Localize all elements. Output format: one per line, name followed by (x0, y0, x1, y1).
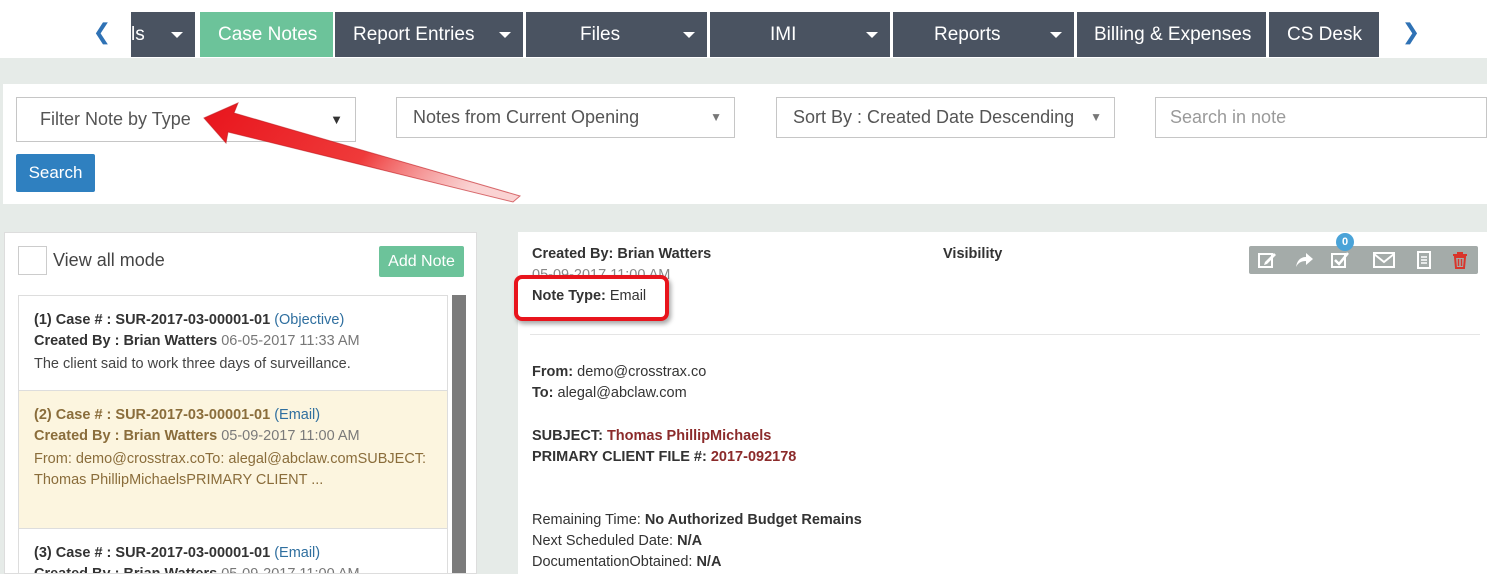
note-date: 06-05-2017 11:33 AM (221, 333, 360, 349)
note-preview: The client said to work three days of su… (34, 356, 351, 372)
note-type-link[interactable]: (Objective) (274, 312, 344, 328)
search-input[interactable] (1155, 97, 1487, 138)
email-from: From: demo@crosstrax.co (532, 364, 706, 380)
note-type-link[interactable]: (Email) (274, 545, 320, 561)
sort-select-value: Sort By : Created Date Descending (793, 107, 1075, 127)
detail-note-type: Note Type: Email (532, 288, 653, 304)
chevron-down-icon (499, 12, 511, 57)
filter-panel: Filter Note by Type ▼ Notes from Current… (3, 84, 1487, 204)
primary-client-file: PRIMARY CLIENT FILE #: 2017-092178 (532, 449, 796, 465)
tab-imi-label: IMI (770, 24, 797, 45)
note-created-by: Created By : Brian Watters (34, 333, 218, 349)
remaining-time: Remaining Time: No Authorized Budget Rem… (532, 512, 862, 528)
tab-cs-desk-label: CS Desk (1287, 24, 1362, 45)
to-value: alegal@abclaw.com (557, 385, 687, 401)
opening-select-value: Notes from Current Opening (413, 107, 640, 127)
file-label: PRIMARY CLIENT FILE #: (532, 449, 707, 465)
divider (530, 334, 1480, 335)
trash-icon[interactable] (1450, 250, 1470, 270)
top-tab-bar: ❮ ls Case Notes Report Entries Files IMI… (0, 0, 1487, 58)
sort-select[interactable]: Sort By : Created Date Descending ▼ (776, 97, 1115, 138)
tab-report-entries-label: Report Entries (353, 24, 475, 45)
notes-list-panel: View all mode Add Note (1) Case # : SUR-… (4, 232, 477, 574)
task-check-icon[interactable] (1330, 250, 1350, 270)
email-subject: SUBJECT: Thomas PhillipMichaels (532, 428, 771, 444)
notes-list: (1) Case # : SUR-2017-03-00001-01 (Objec… (18, 295, 448, 574)
next-label: Next Scheduled Date: (532, 533, 674, 549)
tab-report-entries[interactable]: Report Entries (335, 12, 523, 57)
email-to: To: alegal@abclaw.com (532, 385, 687, 401)
note-preview: From: demo@crosstrax.coTo: alegal@abclaw… (34, 451, 427, 488)
document-icon[interactable] (1414, 250, 1434, 270)
scroll-right-icon[interactable]: ❯ (1401, 20, 1421, 44)
chevron-down-icon (866, 12, 878, 57)
chevron-down-icon (171, 12, 183, 57)
to-label: To: (532, 385, 554, 401)
note-created-by: Created By : Brian Watters (34, 428, 218, 444)
tab-cs-desk[interactable]: CS Desk (1269, 12, 1379, 57)
tab-case-notes-label: Case Notes (218, 24, 318, 45)
next-scheduled-date: Next Scheduled Date: N/A (532, 533, 702, 549)
subject-label: SUBJECT: (532, 428, 603, 444)
note-date: 05-09-2017 11:00 AM (221, 428, 360, 444)
email-icon[interactable] (1372, 250, 1396, 270)
chevron-down-icon (1050, 12, 1062, 57)
from-value: demo@crosstrax.co (577, 364, 707, 380)
dropdown-arrow-icon: ▼ (330, 112, 343, 127)
note-created-by: Created By : Brian Watters (34, 566, 218, 574)
scroll-left-icon[interactable]: ❮ (92, 20, 112, 44)
detail-created-date: 05-09-2017 11:00 AM (532, 267, 671, 283)
dropdown-arrow-icon: ▼ (1090, 110, 1102, 124)
tab-partial[interactable]: ls (131, 12, 195, 57)
note-type-select[interactable]: Filter Note by Type ▼ (16, 97, 356, 142)
tab-reports-label: Reports (934, 24, 1001, 45)
view-all-checkbox[interactable] (18, 246, 47, 275)
doc-label: DocumentationObtained: (532, 554, 693, 570)
note-case-number: (2) Case # : SUR-2017-03-00001-01 (34, 407, 271, 423)
forward-icon[interactable] (1294, 250, 1314, 270)
list-item[interactable]: (3) Case # : SUR-2017-03-00001-01 (Email… (18, 528, 448, 574)
tab-case-notes[interactable]: Case Notes (200, 12, 333, 57)
file-value: 2017-092178 (710, 449, 797, 465)
view-all-label: View all mode (53, 250, 165, 270)
created-by-value: Brian Watters (617, 246, 712, 262)
list-item[interactable]: (1) Case # : SUR-2017-03-00001-01 (Objec… (18, 295, 448, 390)
note-detail-panel: Created By: Brian Watters 05-09-2017 11:… (518, 232, 1487, 574)
tab-files[interactable]: Files (526, 12, 707, 57)
note-date: 05-09-2017 11:00 AM (221, 566, 360, 574)
detail-created-by: Created By: Brian Watters (532, 246, 711, 262)
tab-billing-expenses[interactable]: Billing & Expenses (1077, 12, 1266, 57)
visibility-label: Visibility (943, 246, 1003, 262)
add-note-button[interactable]: Add Note (379, 246, 464, 277)
search-button[interactable]: Search (16, 154, 95, 192)
edit-icon[interactable] (1257, 250, 1277, 270)
dropdown-arrow-icon: ▼ (710, 110, 722, 124)
note-type-label: Note Type: (532, 288, 606, 304)
remaining-label: Remaining Time: (532, 512, 641, 528)
chevron-down-icon (683, 12, 695, 57)
list-scrollbar[interactable] (452, 295, 466, 573)
tab-imi[interactable]: IMI (710, 12, 890, 57)
note-type-select-value: Filter Note by Type (40, 109, 191, 129)
doc-value: N/A (696, 554, 722, 570)
note-type-value: Email (609, 288, 647, 304)
subject-value: Thomas PhillipMichaels (606, 428, 772, 444)
note-case-number: (1) Case # : SUR-2017-03-00001-01 (34, 312, 271, 328)
opening-select[interactable]: Notes from Current Opening ▼ (396, 97, 735, 138)
note-type-link[interactable]: (Email) (274, 407, 320, 423)
tab-reports[interactable]: Reports (893, 12, 1074, 57)
list-item-selected[interactable]: (2) Case # : SUR-2017-03-00001-01 (Email… (18, 390, 448, 528)
created-by-label: Created By: (532, 246, 614, 262)
next-value: N/A (677, 533, 703, 549)
tab-billing-expenses-label: Billing & Expenses (1094, 24, 1252, 45)
from-label: From: (532, 364, 574, 380)
tab-files-label: Files (580, 24, 621, 45)
documentation-obtained: DocumentationObtained: N/A (532, 554, 721, 570)
note-case-number: (3) Case # : SUR-2017-03-00001-01 (34, 545, 271, 561)
remaining-value: No Authorized Budget Remains (644, 512, 862, 528)
tab-partial-label: ls (131, 24, 145, 45)
task-count-badge: 0 (1336, 233, 1354, 251)
note-action-toolbar (1249, 246, 1478, 274)
